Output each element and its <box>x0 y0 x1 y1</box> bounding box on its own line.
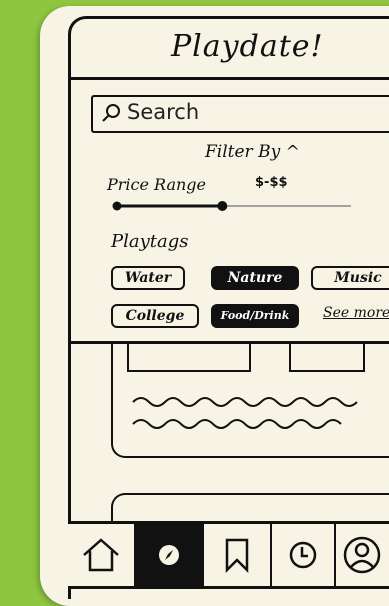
clock-icon <box>289 541 317 569</box>
app-title: Playdate! <box>171 29 324 64</box>
bookmark-icon <box>225 538 249 573</box>
playtags-label: Playtags <box>111 231 189 252</box>
tag-nature[interactable]: Nature <box>211 266 299 290</box>
phone-frame: Playdate! Search Filter By ^ Price Range… <box>68 16 389 599</box>
filter-toggle[interactable]: Filter By ^ <box>205 142 300 162</box>
nav-home[interactable] <box>68 524 136 586</box>
tag-water[interactable]: Water <box>111 266 185 290</box>
card-image-placeholder <box>289 342 365 372</box>
nav-saved[interactable] <box>204 524 272 586</box>
card-image-placeholder <box>127 342 251 372</box>
tag-college[interactable]: College <box>111 304 199 328</box>
see-more-link[interactable]: See more <box>323 305 389 321</box>
home-icon <box>83 538 119 572</box>
tag-music[interactable]: Music <box>311 266 389 290</box>
nav-profile[interactable] <box>336 524 389 586</box>
tag-food-drink[interactable]: Food/Drink <box>211 304 299 328</box>
price-range-value: $-$$ <box>255 175 288 190</box>
slider-max-handle[interactable] <box>217 201 228 211</box>
search-bar[interactable]: Search <box>91 95 389 133</box>
compass-icon <box>158 545 179 565</box>
nav-explore[interactable] <box>135 524 204 586</box>
nav-history[interactable] <box>272 524 336 586</box>
slider-min-handle[interactable] <box>112 201 122 211</box>
price-range-label: Price Range <box>107 175 207 194</box>
card-text-placeholder <box>132 397 358 429</box>
search-icon <box>102 104 120 122</box>
price-slider[interactable] <box>111 199 356 213</box>
app-header: Playdate! <box>71 19 389 80</box>
search-placeholder: Search <box>127 100 200 124</box>
profile-icon <box>343 536 381 574</box>
result-card[interactable] <box>111 342 389 458</box>
bottom-nav <box>68 521 389 589</box>
